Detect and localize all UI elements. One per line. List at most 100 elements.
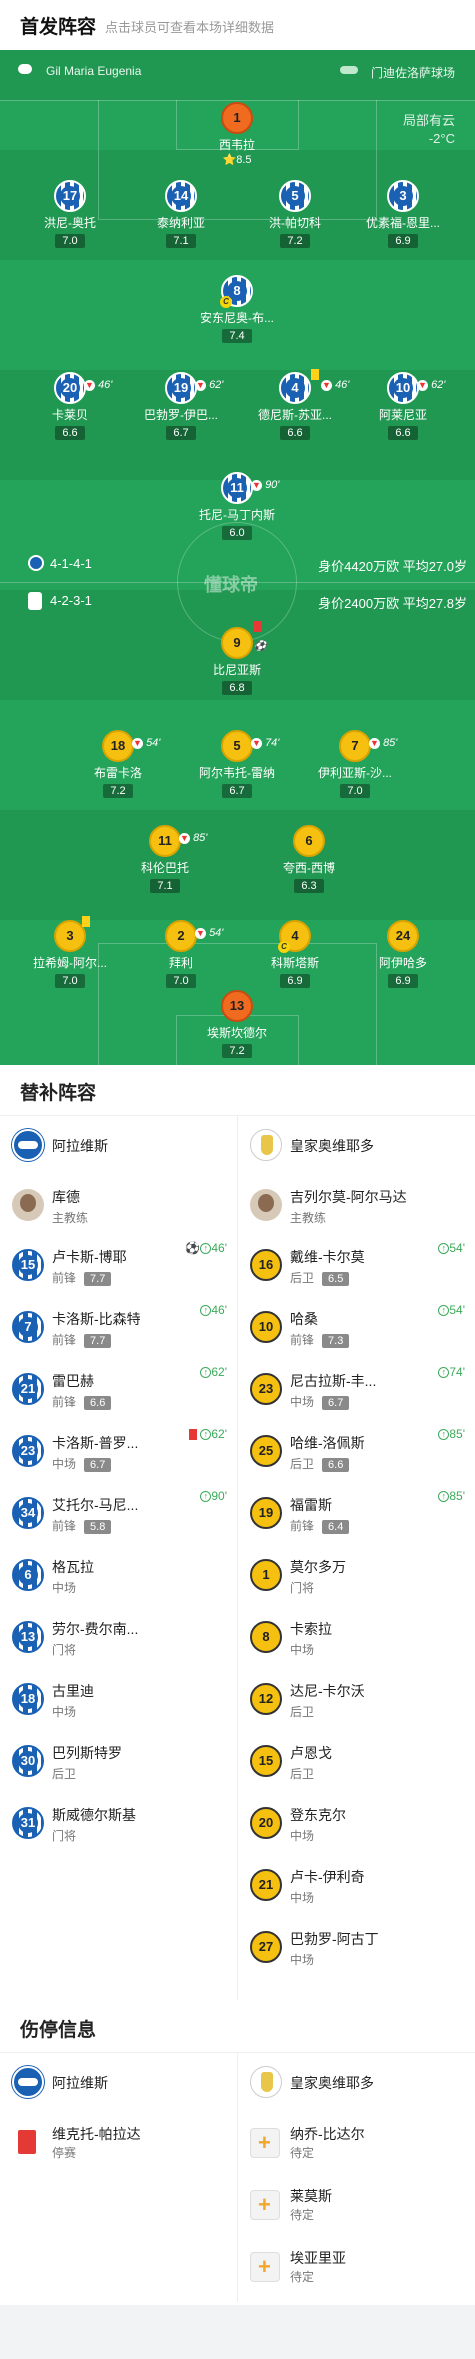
home-formation-icon <box>28 555 44 571</box>
sub-out-icon: ▼ <box>195 379 206 391</box>
sub-row[interactable]: 10 哈桑 前锋 7.3 ↑ 54' <box>238 1299 475 1359</box>
sub-row[interactable]: 6 格瓦拉 中场 <box>0 1547 237 1607</box>
sub-row[interactable]: 31 斯威德尔斯基 门将 <box>0 1795 237 1855</box>
sub-in-icon: ↑ <box>200 1367 212 1379</box>
injuries-section: 伤停信息 阿拉维斯 维克托-帕拉达停赛 皇家奥维耶多 纳乔-比达尔待定 莱莫斯待… <box>0 2000 475 2305</box>
sub-row[interactable]: 23 尼古拉斯-丰... 中场 6.7 ↑ 74' <box>238 1361 475 1421</box>
player-away-6[interactable]: 6 夸西-西博 6.3 <box>254 825 364 894</box>
player-home-17[interactable]: 17 洪尼-奥托 7.0 <box>15 180 125 249</box>
away-formation: 4-2-3-1 <box>50 593 92 608</box>
player-home-10[interactable]: 10 ▼ 62' 阿莱尼亚 6.6 <box>348 372 458 441</box>
sub-row[interactable]: 15 卢恩戈 后卫 <box>238 1733 475 1793</box>
sub-in-icon: ↑ <box>200 1305 212 1317</box>
sub-in-icon: ↑ <box>438 1243 450 1255</box>
sub-out-icon: ▼ <box>417 379 428 391</box>
home-team-label: Gil Maria Eugenia <box>46 64 142 78</box>
sub-row[interactable]: 21 雷巴赫 前锋 6.6 ↑ 62' <box>0 1361 237 1421</box>
yellow-card-icon <box>311 369 319 380</box>
player-away-2[interactable]: 2 ▼ 54' 拜利 7.0 <box>126 920 236 989</box>
weather: 局部有云 -2°C <box>403 112 455 148</box>
sub-row[interactable]: 19 福雷斯 前锋 6.4 ↑ 85' <box>238 1485 475 1545</box>
injury-row[interactable]: 维克托-帕拉达 停赛 <box>0 2112 237 2172</box>
player-home-5[interactable]: 5 洪-帕切科 7.2 <box>240 180 350 249</box>
player-away-24[interactable]: 24 阿伊哈多 6.9 <box>348 920 458 989</box>
sub-row[interactable]: 23 卡洛斯-普罗... 中场 6.7 ↑ 62' <box>0 1423 237 1483</box>
watermark: 懂球帝 <box>204 575 258 595</box>
sub-out-icon: ▼ <box>369 737 380 749</box>
player-away-9[interactable]: 9 ⚽ 比尼亚斯 6.8 <box>182 621 292 696</box>
yellow-card-icon <box>82 916 90 927</box>
sub-in-icon: ↑ <box>200 1243 212 1255</box>
injury-row[interactable]: 纳乔-比达尔待定 <box>238 2112 475 2172</box>
player-away-gk[interactable]: 13 埃斯坎德尔 7.2 <box>182 990 292 1059</box>
captain-icon: C <box>278 941 290 953</box>
sub-row[interactable]: 8 卡索拉 中场 <box>238 1609 475 1669</box>
coach-home[interactable]: 库德 主教练 <box>0 1175 237 1235</box>
sub-in-icon: ↑ <box>438 1491 450 1503</box>
player-away-7[interactable]: 7 ▼ 85' 伊利亚斯-沙... 7.0 <box>300 730 410 799</box>
player-home-19[interactable]: 19 ▼ 62' 巴勃罗-伊巴... 6.7 <box>126 372 236 441</box>
stadium-label: 门迪佐洛萨球场 <box>370 66 455 80</box>
away-formation-icon <box>28 592 42 610</box>
sub-out-icon: ▼ <box>179 832 190 844</box>
alaves-crest-icon <box>12 1129 44 1161</box>
sub-in-icon: ↑ <box>438 1429 450 1441</box>
stadium-icon <box>340 66 358 74</box>
sub-row[interactable]: 15 卢卡斯-博耶 前锋 7.7 ⚽ ↑ 46' <box>0 1237 237 1297</box>
sub-row[interactable]: 34 艾托尔-马尼... 前锋 5.8 ↑ 90' <box>0 1485 237 1545</box>
sub-out-icon: ▼ <box>321 379 332 391</box>
ball-icon: ⚽ <box>254 641 267 652</box>
avatar <box>12 1189 44 1221</box>
sub-out-icon: ▼ <box>195 927 206 939</box>
home-squad-value: 身价4420万欧 平均27.0岁 <box>318 559 467 574</box>
star-icon: ⭐ <box>222 154 237 166</box>
pitch: Gil Maria Eugenia 门迪佐洛萨球场 局部有云 -2°C 懂球帝 … <box>0 50 475 1065</box>
sub-row[interactable]: 25 哈维-洛佩斯 后卫 6.6 ↑ 85' <box>238 1423 475 1483</box>
player-away-11[interactable]: 11 ▼ 85' 科伦巴托 7.1 <box>110 825 220 894</box>
injury-row[interactable]: 埃亚里亚待定 <box>238 2236 475 2296</box>
sub-out-icon: ▼ <box>132 737 143 749</box>
sub-row[interactable]: 12 达尼-卡尔沃 后卫 <box>238 1671 475 1731</box>
avatar <box>250 1189 282 1221</box>
weather-temp: -2°C <box>428 131 455 146</box>
player-home-20[interactable]: 20 ▼ 46' 卡莱贝 6.6 <box>15 372 125 441</box>
sub-row[interactable]: 20 登东克尔 中场 <box>238 1795 475 1855</box>
player-home-gk[interactable]: 1 西韦拉 ⭐8.5 <box>182 102 292 166</box>
player-away-5[interactable]: 5 ▼ 74' 阿尔韦托-雷纳 6.7 <box>182 730 292 799</box>
sub-row[interactable]: 7 卡洛斯-比森特 前锋 7.7 ↑ 46' <box>0 1299 237 1359</box>
sub-row[interactable]: 27 巴勃罗-阿古丁 中场 <box>238 1919 475 1979</box>
sub-row[interactable]: 30 巴列斯特罗 后卫 <box>0 1733 237 1793</box>
player-away-3[interactable]: 3 拉希姆-阿尔... 7.0 <box>15 916 125 989</box>
coach-away[interactable]: 吉列尔莫-阿尔马达 主教练 <box>238 1175 475 1235</box>
player-away-4[interactable]: 4C 科斯塔斯 6.9 <box>240 920 350 989</box>
player-home-3[interactable]: 3 优素福-恩里... 6.9 <box>348 180 458 249</box>
ball-icon: ⚽ <box>185 1241 201 1255</box>
away-squad-value: 身价2400万欧 平均27.8岁 <box>318 596 467 611</box>
sub-in-icon: ↑ <box>200 1491 212 1503</box>
sub-row[interactable]: 21 卢卡-伊利奇 中场 <box>238 1857 475 1917</box>
sub-in-icon: ↑ <box>200 1429 212 1441</box>
player-home-8[interactable]: 8C 安东尼奥-布... 7.4 <box>182 275 292 344</box>
subs-title: 替补阵容 <box>20 1083 97 1104</box>
player-home-4[interactable]: 4 ▼ 46' 德尼斯-苏亚... 6.6 <box>240 369 350 441</box>
injuries-title: 伤停信息 <box>20 2020 97 2041</box>
player-home-14[interactable]: 14 泰纳利亚 7.1 <box>126 180 236 249</box>
weather-desc: 局部有云 <box>402 113 455 128</box>
player-home-11[interactable]: 11 ▼ 90' 托尼-马丁内斯 6.0 <box>182 472 292 541</box>
injury-icon <box>250 2252 280 2282</box>
sub-row[interactable]: 18 古里迪 中场 <box>0 1671 237 1731</box>
sub-out-icon: ▼ <box>251 737 262 749</box>
lineup-header: 首发阵容 点击球员可查看本场详细数据 <box>0 0 475 50</box>
sub-row[interactable]: 1 莫尔多万 门将 <box>238 1547 475 1607</box>
home-crest-icon <box>18 64 32 74</box>
page-title: 首发阵容 <box>20 17 97 38</box>
red-card-icon <box>18 2130 36 2154</box>
injury-row[interactable]: 莱莫斯待定 <box>238 2174 475 2234</box>
sub-out-icon: ▼ <box>84 379 95 391</box>
sub-in-icon: ↑ <box>438 1367 450 1379</box>
alaves-crest-icon <box>12 2066 44 2098</box>
sub-row[interactable]: 16 戴维-卡尔莫 后卫 6.5 ↑ 54' <box>238 1237 475 1297</box>
player-away-18[interactable]: 18 ▼ 54' 布雷卡洛 7.2 <box>63 730 173 799</box>
subs-section: 替补阵容 阿拉维斯 库德 主教练 15 卢卡斯-博耶 前锋 7.7 ⚽ ↑ 46' 7 卡洛斯-… <box>0 1065 475 2015</box>
sub-row[interactable]: 13 劳尔-费尔南... 门将 <box>0 1609 237 1669</box>
